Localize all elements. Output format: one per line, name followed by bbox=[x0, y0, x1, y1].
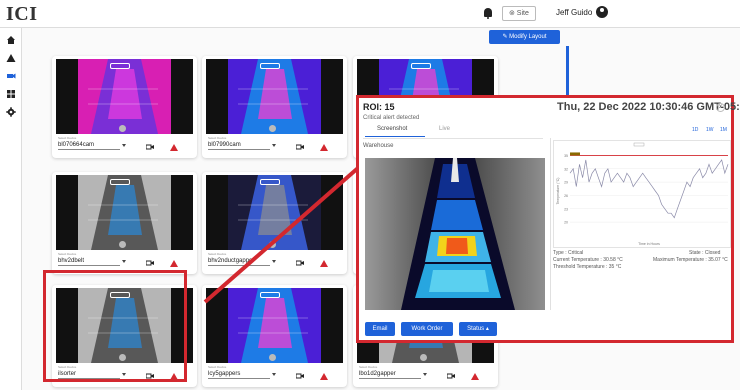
tab-indicator bbox=[365, 136, 425, 137]
tab-screenshot[interactable]: Screenshot bbox=[377, 126, 407, 132]
timestamp: Thu, 22 Dec 2022 10:30:46 GMT-05:00 bbox=[557, 101, 740, 113]
alert-type: Type : Critical bbox=[553, 250, 584, 256]
y-tick-label: 32 bbox=[564, 167, 568, 171]
x-axis-label: Time in Hours bbox=[638, 242, 660, 246]
range-1w-button[interactable]: 1W bbox=[706, 127, 714, 133]
tab-live[interactable]: Live bbox=[439, 126, 450, 132]
work-order-button[interactable]: Work Order bbox=[401, 322, 453, 336]
y-tick-label: 20 bbox=[564, 221, 568, 225]
legend-swatch bbox=[633, 142, 645, 147]
roi-title: ROI: 15 bbox=[363, 102, 395, 112]
zone-label: Warehouse bbox=[363, 143, 394, 149]
y-tick-label: 35 bbox=[564, 154, 568, 158]
tab-divider bbox=[363, 138, 543, 139]
range-1m-button[interactable]: 1M bbox=[720, 127, 727, 133]
range-1d-button[interactable]: 1D bbox=[692, 127, 698, 133]
alert-state: State : Closed bbox=[689, 250, 721, 256]
y-axis-label: Temperature (°C) bbox=[556, 178, 560, 205]
panel-divider bbox=[550, 138, 551, 310]
roi-screenshot-image bbox=[365, 158, 545, 310]
threshold-tag bbox=[570, 152, 580, 156]
close-icon[interactable]: x bbox=[716, 103, 725, 112]
current-temperature: Current Temperature : 30.58 °C bbox=[553, 257, 623, 263]
email-button[interactable]: Email bbox=[365, 322, 395, 336]
temperature-chart: 20 23 26 29 32 35 Time in Hours Temperature (°C… bbox=[553, 140, 731, 248]
roi-detail-popup: ROI: 15 Critical alert detected Thu, 22 … bbox=[356, 95, 740, 343]
alert-text: Critical alert detected bbox=[363, 115, 420, 121]
threshold-temperature: Threshold Temperature : 35 °C bbox=[553, 264, 622, 270]
status-button[interactable]: Status ▴ bbox=[459, 322, 497, 336]
y-tick-label: 26 bbox=[564, 194, 568, 198]
max-temperature: Maximum Temperature : 35.07 °C bbox=[653, 257, 728, 263]
y-tick-label: 29 bbox=[564, 181, 568, 185]
y-tick-label: 23 bbox=[564, 207, 568, 211]
